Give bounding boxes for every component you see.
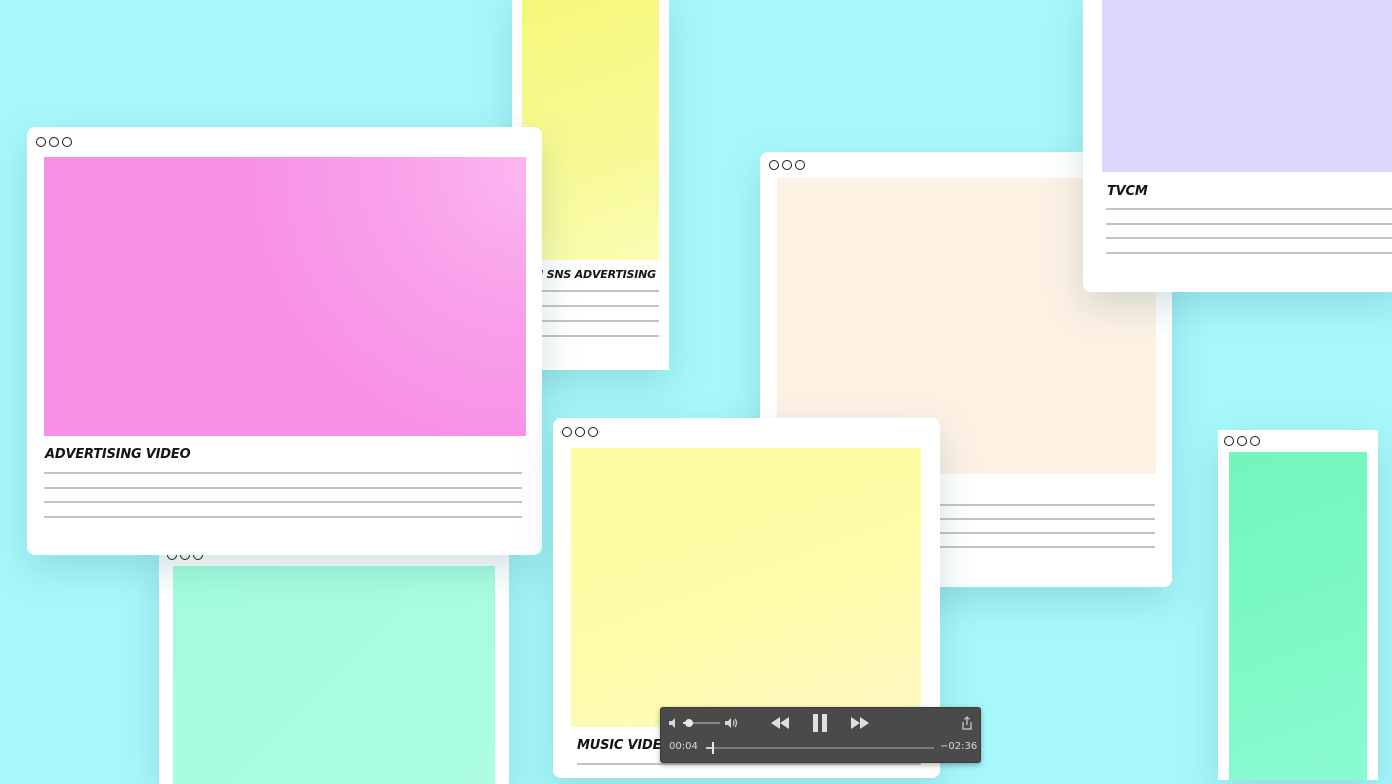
window-dot-icon <box>36 137 46 147</box>
share-icon[interactable] <box>961 716 973 730</box>
rule-line <box>44 501 522 503</box>
rule-line <box>542 320 659 322</box>
rule-line <box>44 516 522 518</box>
rule-line <box>1106 237 1392 239</box>
window-dot-icon <box>1250 436 1260 446</box>
window-controls <box>1224 436 1260 446</box>
tvcm-card: TVCM <box>1083 0 1392 292</box>
window-dot-icon <box>795 160 805 170</box>
window-controls <box>562 427 598 437</box>
advertising-video-thumbnail <box>44 157 526 436</box>
rule-line <box>940 546 1155 548</box>
sns-advertising-thumbnail <box>522 0 659 260</box>
advertising-video-title: ADVERTISING VIDEO <box>45 447 191 462</box>
music-video-thumbnail <box>571 448 921 727</box>
window-dot-icon <box>562 427 572 437</box>
elapsed-time: 00:04 <box>669 741 698 752</box>
green-right-card <box>1218 430 1378 780</box>
window-dot-icon <box>588 427 598 437</box>
window-dot-icon <box>49 137 59 147</box>
sns-advertising-title: N SNS ADVERTISING <box>534 268 657 281</box>
rule-line <box>44 487 522 489</box>
window-dot-icon <box>1237 436 1247 446</box>
rule-line <box>940 532 1155 534</box>
window-dot-icon <box>769 160 779 170</box>
remaining-time: −02:36 <box>940 741 978 752</box>
volume-slider-thumb[interactable] <box>685 719 694 727</box>
green-right-thumbnail <box>1229 452 1367 780</box>
progress-scrubber[interactable] <box>706 742 934 754</box>
volume-high-icon[interactable] <box>724 717 740 729</box>
fast-forward-icon[interactable] <box>850 717 870 729</box>
rule-line <box>940 504 1155 506</box>
music-video-title: MUSIC VIDEO <box>577 738 673 753</box>
rule-line <box>44 472 522 474</box>
volume-slider[interactable] <box>683 719 720 727</box>
window-dot-icon <box>1224 436 1234 446</box>
rule-line <box>1106 223 1392 225</box>
pause-icon[interactable] <box>812 714 828 732</box>
window-dot-icon <box>575 427 585 437</box>
green-video-thumbnail <box>173 566 495 784</box>
rule-line <box>542 305 659 307</box>
rule-line <box>1106 252 1392 254</box>
rule-line <box>577 763 921 765</box>
window-controls <box>36 137 72 147</box>
rule-line <box>1106 208 1392 210</box>
progress-playhead[interactable] <box>711 742 714 754</box>
rule-line <box>542 335 659 337</box>
rule-line <box>940 518 1155 520</box>
rule-line <box>542 290 659 292</box>
window-controls <box>769 160 805 170</box>
tvcm-thumbnail <box>1102 0 1392 172</box>
green-video-card <box>159 544 509 784</box>
window-dot-icon <box>62 137 72 147</box>
rewind-icon[interactable] <box>770 717 790 729</box>
tvcm-title: TVCM <box>1107 184 1148 199</box>
advertising-video-card: ADVERTISING VIDEO <box>27 127 542 555</box>
window-dot-icon <box>782 160 792 170</box>
media-player-controls[interactable]: 00:04 −02:36 <box>660 707 981 763</box>
volume-low-icon[interactable] <box>668 717 680 729</box>
